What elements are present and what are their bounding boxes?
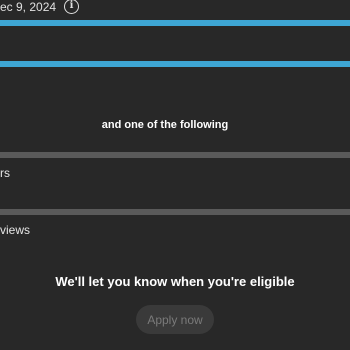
eligibility-panel: ec 9, 2024 i and one of the following rs…	[0, 0, 350, 350]
date-row: ec 9, 2024 i	[0, 0, 80, 14]
date-text: ec 9, 2024	[0, 0, 57, 14]
eligibility-message: We'll let you know when you're eligible	[55, 274, 295, 289]
requirement-label-2: views	[0, 223, 31, 237]
progress-bar-incomplete-1	[0, 152, 350, 158]
requirement-label-1: rs	[0, 166, 10, 180]
progress-bar-incomplete-2	[0, 209, 350, 215]
apply-now-button[interactable]: Apply now	[136, 305, 214, 334]
progress-bar-completed-1	[0, 20, 350, 26]
progress-bar-completed-2	[0, 61, 350, 67]
info-icon[interactable]: i	[64, 0, 80, 14]
requirements-heading: and one of the following	[101, 119, 229, 131]
